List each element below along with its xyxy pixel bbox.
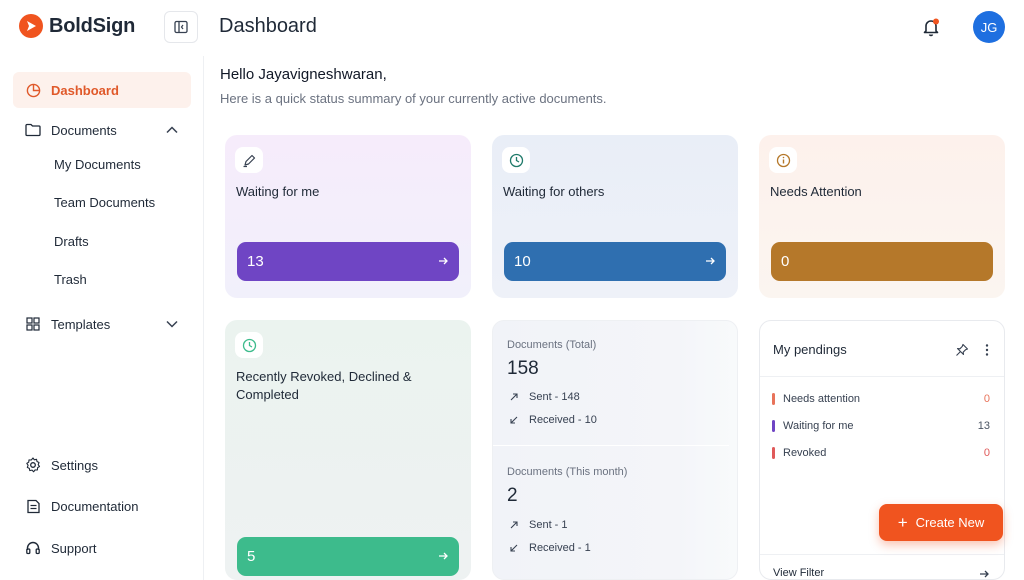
sidebar-item-dashboard[interactable]: Dashboard — [13, 72, 191, 108]
logo-icon — [19, 14, 43, 38]
arrow-up-right-icon — [510, 393, 518, 401]
create-new-button[interactable]: + Create New — [879, 504, 1003, 541]
sidebar: Dashboard Documents My Documents Team Do… — [0, 56, 204, 580]
headset-icon — [25, 540, 41, 556]
stats-divider — [493, 445, 729, 446]
card-label: Recently Revoked, Declined & Completed — [236, 369, 412, 402]
sidebar-item-templates[interactable]: Templates — [13, 306, 191, 342]
chevron-down-icon — [166, 320, 178, 328]
app-name: BoldSign — [49, 14, 136, 37]
app-logo[interactable]: BoldSign — [19, 14, 135, 38]
pen-icon — [235, 147, 263, 173]
plus-icon: + — [897, 513, 908, 532]
sidebar-item-settings[interactable]: Settings — [13, 447, 191, 483]
waiting-for-others-card: Waiting for others 10 — [492, 135, 738, 298]
sidebar-item-label: Settings — [51, 457, 98, 473]
card-label: Waiting for others — [503, 184, 605, 199]
sidebar-toggle-button[interactable] — [164, 11, 198, 43]
pin-icon[interactable] — [955, 343, 969, 357]
arrow-right-icon — [439, 552, 448, 560]
status-bar — [772, 447, 775, 459]
waiting-for-me-card: Waiting for me 13 — [225, 135, 471, 298]
arrow-right-icon — [439, 257, 448, 265]
status-bar — [772, 393, 775, 405]
sidebar-item-label: Support — [51, 540, 97, 556]
month-received[interactable]: Received - 1 — [509, 542, 591, 554]
month-documents-label: Documents (This month) — [507, 466, 628, 478]
card-label: Needs Attention — [770, 184, 862, 199]
total-received[interactable]: Received - 10 — [509, 414, 597, 426]
sidebar-item-team-documents[interactable]: Team Documents — [54, 195, 155, 210]
status-bar — [772, 420, 775, 432]
sidebar-item-documentation[interactable]: Documentation — [13, 488, 191, 524]
total-documents-label: Documents (Total) — [507, 339, 597, 351]
document-stats-card: Documents (Total) 158 Sent - 148 Receive… — [492, 320, 738, 580]
greeting-subtitle: Here is a quick status summary of your c… — [220, 91, 607, 106]
more-vertical-icon[interactable] — [982, 343, 992, 357]
clock-icon — [502, 147, 530, 173]
arrow-down-left-icon — [510, 544, 518, 552]
pie-chart-icon — [25, 82, 41, 98]
needs-attention-count-button[interactable]: 0 — [771, 242, 993, 281]
create-new-label: Create New — [915, 515, 985, 530]
pending-row-waiting-for-me[interactable]: Waiting for me 13 — [772, 418, 990, 434]
sidebar-item-support[interactable]: Support — [13, 530, 191, 566]
card-label: Waiting for me — [236, 184, 320, 199]
recently-revoked-count-button[interactable]: 5 — [237, 537, 459, 576]
needs-attention-card: Needs Attention 0 — [759, 135, 1005, 298]
arrow-right-icon — [706, 257, 715, 265]
sidebar-item-label: Dashboard — [51, 82, 119, 98]
month-documents-value: 2 — [507, 485, 518, 506]
total-sent[interactable]: Sent - 148 — [509, 391, 580, 403]
user-avatar[interactable]: JG — [973, 11, 1005, 43]
top-bar: BoldSign Dashboard JG — [0, 0, 1024, 56]
chevron-up-icon — [166, 126, 178, 134]
month-sent[interactable]: Sent - 1 — [509, 519, 568, 531]
notification-bell-icon[interactable] — [920, 16, 942, 38]
arrow-right-icon[interactable] — [978, 568, 990, 580]
recently-revoked-card: Recently Revoked, Declined & Completed 5 — [225, 320, 471, 580]
count-value: 0 — [781, 253, 790, 270]
arrow-down-left-icon — [510, 416, 518, 424]
pending-row-revoked[interactable]: Revoked 0 — [772, 445, 990, 461]
gear-icon — [25, 457, 41, 473]
info-icon — [769, 147, 797, 173]
pending-row-needs-attention[interactable]: Needs attention 0 — [772, 391, 990, 407]
count-value: 13 — [247, 253, 264, 270]
total-documents-value: 158 — [507, 358, 539, 379]
sidebar-item-trash[interactable]: Trash — [54, 272, 87, 287]
waiting-for-me-count-button[interactable]: 13 — [237, 242, 459, 281]
grid-icon — [25, 316, 41, 332]
document-icon — [25, 498, 41, 514]
sidebar-item-documents[interactable]: Documents — [13, 112, 191, 148]
arrow-up-right-icon — [510, 521, 518, 529]
clock-icon — [235, 332, 263, 358]
sidebar-item-my-documents[interactable]: My Documents — [54, 157, 141, 172]
sidebar-item-label: Templates — [51, 316, 111, 332]
folder-icon — [25, 122, 41, 138]
sidebar-item-drafts[interactable]: Drafts — [54, 234, 89, 249]
sidebar-item-label: Documentation — [51, 498, 139, 514]
view-filter-divider — [760, 554, 1004, 555]
pendings-divider — [760, 376, 1004, 377]
sidebar-toggle-icon — [174, 20, 188, 34]
sidebar-item-label: Documents — [51, 122, 117, 138]
greeting-heading: Hello Jayavigneshwaran, — [220, 66, 387, 83]
page-title: Dashboard — [219, 15, 317, 37]
waiting-for-others-count-button[interactable]: 10 — [504, 242, 726, 281]
view-filter-link[interactable]: View Filter — [773, 567, 824, 579]
pendings-title: My pendings — [773, 342, 847, 357]
count-value: 10 — [514, 253, 531, 270]
my-pendings-card: My pendings Needs attention 0 Waiting fo… — [759, 320, 1005, 580]
count-value: 5 — [247, 548, 256, 565]
